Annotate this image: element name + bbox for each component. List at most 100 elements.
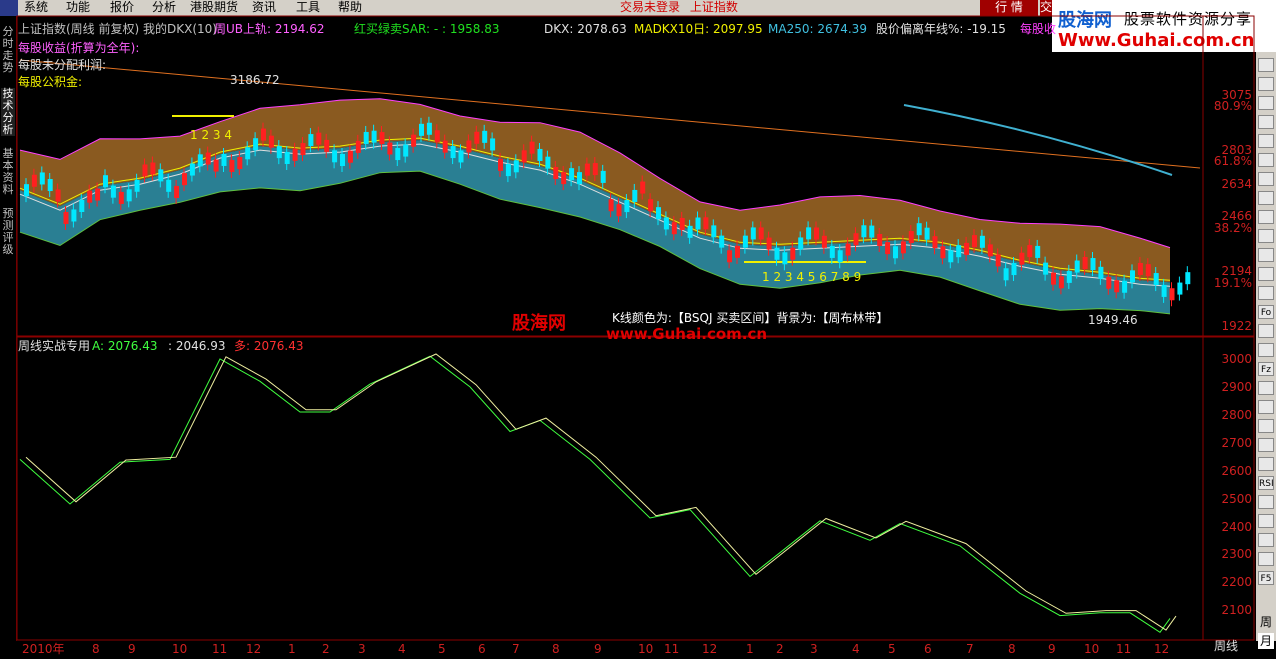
toolbar-icon-15[interactable] bbox=[1258, 343, 1274, 357]
candle-body bbox=[687, 225, 693, 238]
candle-body bbox=[979, 235, 985, 248]
x-tick-12: 7 bbox=[512, 642, 520, 656]
candle-body bbox=[134, 179, 140, 192]
x-tick-26: 9 bbox=[1048, 642, 1056, 656]
dkx-label: DKX: 2078.63 bbox=[544, 22, 627, 36]
toolbar-icon-18[interactable] bbox=[1258, 400, 1274, 414]
count-label-2: 1 2 3 4 5 6 7 8 9 bbox=[762, 270, 862, 284]
candle-body bbox=[814, 227, 819, 240]
toolbar-icon-26[interactable] bbox=[1258, 552, 1274, 566]
candle-body bbox=[908, 231, 914, 244]
watermark-mid-site: 股海网 bbox=[512, 313, 566, 334]
candle-body bbox=[474, 131, 480, 144]
candle-body bbox=[742, 235, 748, 248]
y2-tick-2100: 2100 bbox=[1221, 603, 1252, 617]
toolbar-icon-20[interactable] bbox=[1258, 438, 1274, 452]
toolbar-icon-8[interactable] bbox=[1258, 210, 1274, 224]
candle-body bbox=[308, 134, 314, 147]
candle-body bbox=[126, 189, 132, 202]
candle-body bbox=[1066, 270, 1072, 283]
toolbar-icon-21[interactable] bbox=[1258, 457, 1274, 471]
ub-label: 周UB上轨: 2194.62 bbox=[214, 22, 325, 36]
candle-body bbox=[1058, 276, 1064, 289]
toolbar-icon-19[interactable] bbox=[1258, 419, 1274, 433]
candle-body bbox=[948, 250, 954, 263]
toolbar-icon-17[interactable] bbox=[1258, 381, 1274, 395]
candle-body bbox=[1043, 262, 1049, 275]
candle-body bbox=[679, 217, 685, 230]
candle-body bbox=[916, 223, 922, 236]
candle-body bbox=[197, 154, 203, 167]
candle-body bbox=[316, 132, 322, 145]
candle-body bbox=[1051, 272, 1056, 285]
candle-body bbox=[790, 247, 796, 260]
candle-body bbox=[213, 159, 219, 172]
toolbar-icon-11[interactable] bbox=[1258, 267, 1274, 281]
candle-body bbox=[340, 154, 345, 167]
candle-body bbox=[806, 227, 812, 240]
candle-body bbox=[166, 179, 172, 192]
candle-body bbox=[1177, 282, 1183, 295]
candle-body bbox=[885, 242, 891, 255]
toolbar-icon-3[interactable] bbox=[1258, 115, 1274, 129]
toolbar-icon-24[interactable] bbox=[1258, 514, 1274, 528]
toolbar-icon-0[interactable] bbox=[1258, 58, 1274, 72]
period-week-button[interactable]: 周 bbox=[1258, 614, 1274, 630]
candle-body bbox=[284, 151, 290, 164]
candle-body bbox=[569, 168, 575, 181]
info-reserve: 每股公积金: bbox=[18, 75, 83, 89]
candle-body bbox=[900, 241, 906, 254]
x-tick-15: 10 bbox=[638, 642, 654, 656]
candle-body bbox=[853, 233, 859, 246]
candle-body bbox=[861, 225, 867, 238]
toolbar-icon-2[interactable] bbox=[1258, 96, 1274, 110]
y-tick-618: 61.8% bbox=[1213, 154, 1252, 168]
candle-body bbox=[39, 172, 45, 185]
candle-body bbox=[387, 142, 393, 155]
right-toolbar: 周 月 Fo Fz RSI F5 bbox=[1256, 52, 1276, 649]
y2-tick-2500: 2500 bbox=[1221, 492, 1252, 506]
candle-body bbox=[545, 156, 551, 169]
toolbar-icon-4[interactable] bbox=[1258, 134, 1274, 148]
x-tick-0: 2010年 bbox=[22, 642, 65, 656]
x-tick-10: 5 bbox=[438, 642, 446, 656]
toolbar-icon-1[interactable] bbox=[1258, 77, 1274, 91]
candle-body bbox=[987, 244, 993, 257]
candle-body bbox=[118, 191, 124, 204]
candle-body bbox=[656, 207, 661, 220]
x-tick-24: 7 bbox=[966, 642, 974, 656]
candle-body bbox=[419, 123, 424, 136]
candle-body bbox=[1090, 258, 1096, 271]
bottom-pane-title: 周线实战专用 bbox=[18, 339, 91, 353]
toolbar-icon-7[interactable] bbox=[1258, 191, 1274, 205]
eps-label: 每股收 bbox=[1020, 22, 1057, 36]
candle-body bbox=[261, 128, 266, 141]
candle-body bbox=[577, 172, 582, 185]
toolbar-icon-22[interactable]: RSI bbox=[1258, 476, 1274, 490]
candle-body bbox=[189, 163, 195, 176]
candle-body bbox=[458, 150, 464, 163]
toolbar-icon-6[interactable] bbox=[1258, 172, 1274, 186]
toolbar-icon-14[interactable] bbox=[1258, 324, 1274, 338]
toolbar-icon-12[interactable] bbox=[1258, 286, 1274, 300]
toolbar-icon-9[interactable] bbox=[1258, 229, 1274, 243]
toolbar-icon-23[interactable] bbox=[1258, 495, 1274, 509]
toolbar-icon-13[interactable]: Fo bbox=[1258, 305, 1274, 319]
bias-label: 股价偏离年线%: -19.15 bbox=[876, 22, 1006, 36]
candle-body bbox=[426, 122, 432, 135]
candle-body bbox=[521, 150, 527, 163]
toolbar-icon-10[interactable] bbox=[1258, 248, 1274, 262]
toolbar-icon-5[interactable] bbox=[1258, 153, 1274, 167]
candle-body bbox=[403, 144, 409, 157]
candle-body bbox=[529, 141, 535, 154]
candle-body bbox=[434, 130, 440, 143]
info-undistributed: 每股未分配利润: bbox=[18, 58, 107, 72]
period-month-button[interactable]: 月 bbox=[1258, 633, 1274, 649]
x-tick-16: 11 bbox=[664, 642, 680, 656]
toolbar-icon-27[interactable]: F5 bbox=[1258, 571, 1274, 585]
toolbar-icon-25[interactable] bbox=[1258, 533, 1274, 547]
period-label: 周线 bbox=[1214, 639, 1239, 653]
candle-body bbox=[395, 148, 401, 161]
toolbar-icon-16[interactable]: Fz bbox=[1258, 362, 1274, 376]
candle-body bbox=[640, 181, 646, 194]
